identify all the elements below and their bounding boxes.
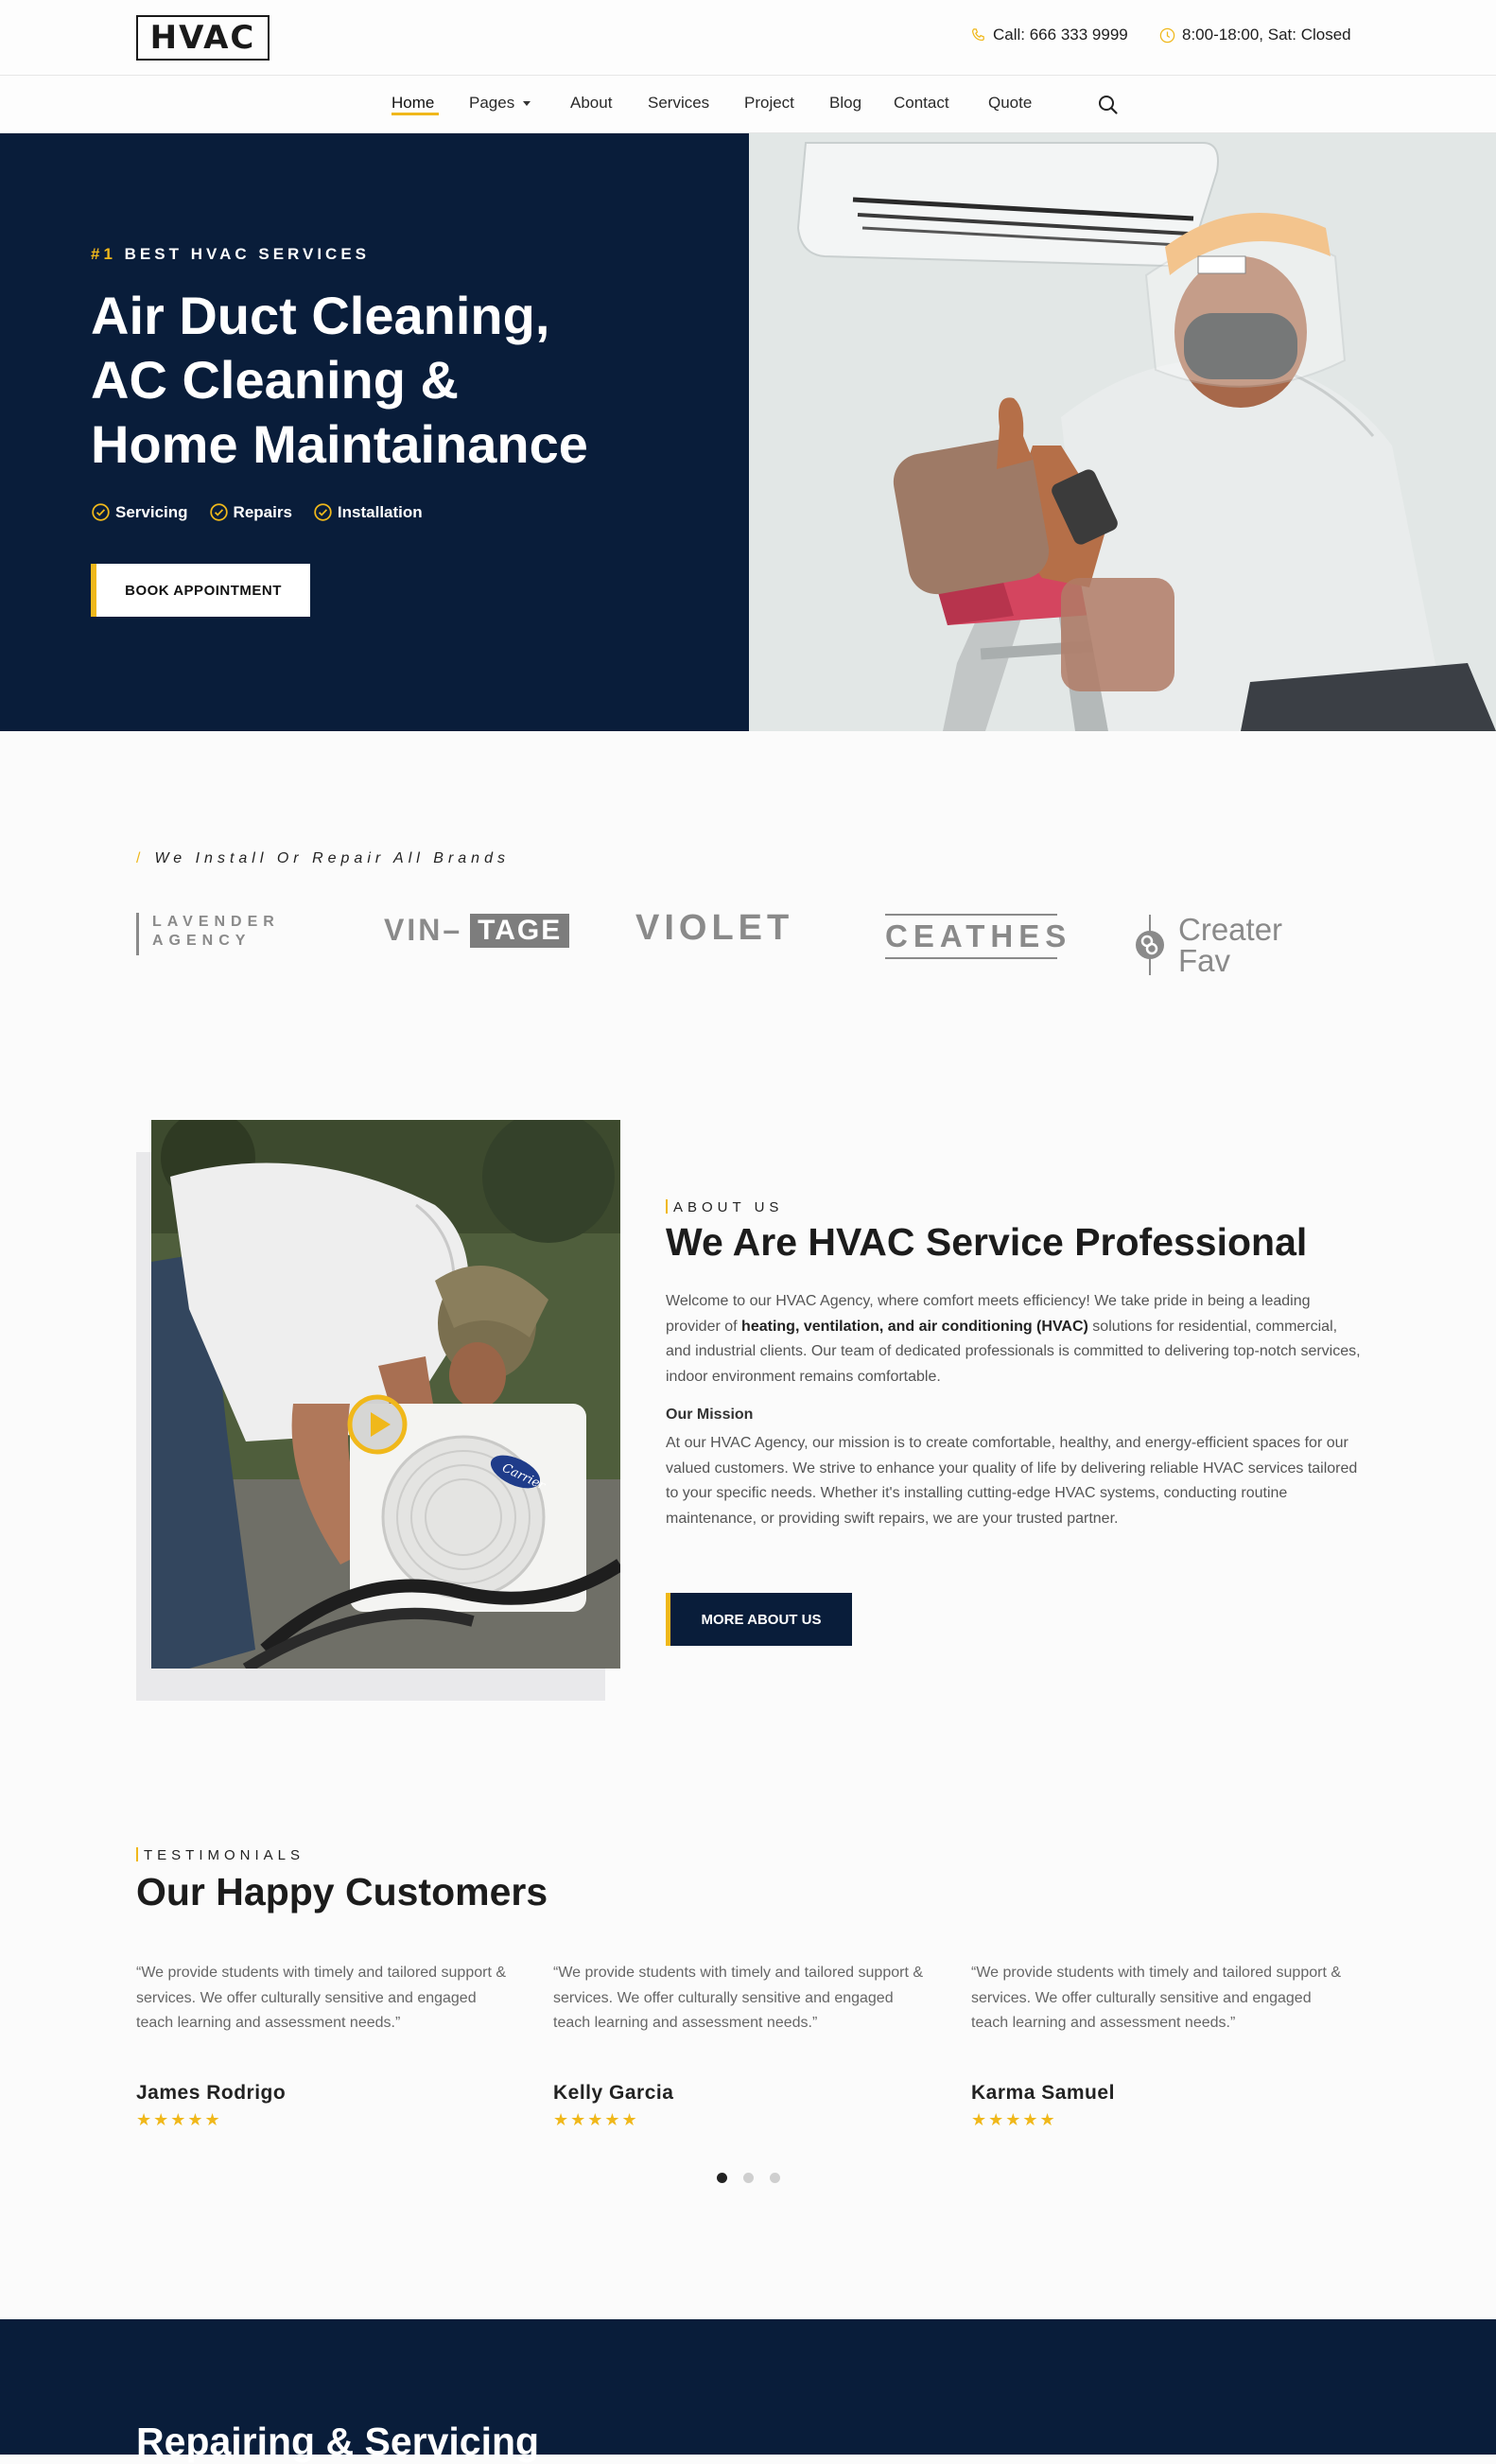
nav-contact[interactable]: Contact — [894, 94, 949, 113]
testimonial-quote: “We provide students with timely and tai… — [136, 1965, 507, 2031]
mission-heading: Our Mission — [666, 1407, 754, 1423]
nav-pages[interactable]: Pages — [469, 94, 531, 113]
phone-info[interactable]: Call: 666 333 9999 — [969, 26, 1128, 44]
testimonial-name: James Rodrigo — [136, 2082, 287, 2104]
brand-createrfav-line1: Creater — [1178, 912, 1283, 947]
check-circle-icon — [92, 503, 110, 521]
about-kicker: ABOUT US — [666, 1199, 783, 1215]
clock-icon — [1159, 27, 1175, 43]
brands-kicker: / We Install Or Repair All Brands — [136, 850, 510, 867]
main-nav: Home Pages About Services Project Blog C… — [0, 76, 1496, 133]
brand-logo-lavender[interactable]: LAVENDER AGENCY — [136, 913, 280, 955]
testimonial-quote: “We provide students with timely and tai… — [553, 1965, 924, 2031]
rating-stars: ★★★★★ — [553, 2110, 639, 2129]
brand-createrfav-text: Creater Fav — [1178, 914, 1282, 976]
hours-text: 8:00-18:00, Sat: Closed — [1182, 26, 1351, 44]
about-image: Carrier — [151, 1120, 620, 1669]
phone-icon — [972, 27, 984, 41]
testimonial-name: Karma Samuel — [971, 2082, 1115, 2104]
rating-stars: ★★★★★ — [136, 2110, 222, 2129]
technician-ac-illustration — [749, 133, 1496, 731]
about-kicker-text: ABOUT US — [673, 1199, 784, 1215]
createrfav-mark-icon — [1136, 915, 1164, 975]
about-intro: Welcome to our HVAC Agency, where comfor… — [666, 1289, 1366, 1389]
play-icon[interactable] — [346, 1393, 409, 1456]
testimonials-kicker: TESTIMONIALS — [136, 1847, 304, 1863]
testimonials-kicker-text: TESTIMONIALS — [144, 1847, 305, 1863]
more-about-us-button[interactable]: MORE ABOUT US — [666, 1593, 852, 1646]
nav-project[interactable]: Project — [744, 94, 794, 113]
hero-title-line2: AC Cleaning & — [91, 350, 459, 410]
hero-title: Air Duct Cleaning, AC Cleaning & Home Ma… — [91, 284, 696, 477]
brand-logo-violet[interactable]: VIOLET — [635, 908, 793, 949]
testimonial-quote: “We provide students with timely and tai… — [971, 1965, 1342, 2031]
rating-stars: ★★★★★ — [971, 2110, 1057, 2129]
testimonials-title: Our Happy Customers — [136, 1870, 548, 1914]
search-icon[interactable] — [1097, 94, 1120, 116]
hero-tag-repairs: Repairs — [209, 502, 292, 522]
hero-tag-label: Repairs — [233, 502, 292, 521]
carousel-dot-2[interactable] — [743, 2173, 754, 2183]
brand-vintage-part1: VIN– — [384, 913, 463, 947]
hero-tag-servicing: Servicing — [91, 502, 188, 522]
hero-title-line3: Home Maintainance — [91, 414, 588, 474]
brand-createrfav-line2: Fav — [1178, 943, 1231, 978]
brand-vintage-part2: TAGE — [470, 913, 570, 948]
nav-quote[interactable]: Quote — [988, 94, 1032, 113]
brand-logo-vintage[interactable]: VIN– TAGE — [384, 913, 570, 948]
about-intro-bold: heating, ventilation, and air conditioni… — [741, 1318, 1088, 1335]
hero-kicker-hash: #1 — [91, 245, 116, 263]
about-title: We Are HVAC Service Professional — [666, 1220, 1308, 1264]
nav-blog[interactable]: Blog — [829, 94, 861, 113]
hero-title-line1: Air Duct Cleaning, — [91, 286, 550, 345]
testimonial-name: Kelly Garcia — [553, 2082, 674, 2104]
kicker-accent-bar — [136, 1847, 138, 1861]
kicker-accent-bar — [666, 1199, 668, 1214]
hero-tags: Servicing Repairs Installation — [91, 502, 423, 522]
hero-image — [749, 133, 1496, 731]
check-circle-icon — [314, 503, 332, 521]
brand-lavender-line2: AGENCY — [152, 933, 252, 949]
site-logo[interactable]: HVAC — [136, 15, 270, 61]
nav-home[interactable]: Home — [391, 94, 434, 113]
carousel-dot-1[interactable] — [717, 2173, 727, 2183]
services-section-title: Repairing & Servicing — [136, 2420, 540, 2463]
hours-info: 8:00-18:00, Sat: Closed — [1158, 26, 1351, 44]
hero-kicker: #1 BEST HVAC SERVICES — [91, 245, 370, 264]
phone-text: Call: 666 333 9999 — [993, 26, 1128, 44]
caret-down-icon — [523, 101, 531, 107]
nav-pages-label: Pages — [469, 94, 515, 112]
nav-services[interactable]: Services — [648, 94, 709, 113]
nav-about[interactable]: About — [570, 94, 612, 113]
check-circle-icon — [209, 503, 228, 521]
brands-kicker-text: We Install Or Repair All Brands — [154, 850, 510, 866]
brand-logo-createrfav[interactable]: Creater Fav — [1131, 913, 1282, 977]
hero-tag-label: Servicing — [115, 502, 188, 521]
hero-kicker-text: BEST HVAC SERVICES — [124, 245, 371, 263]
hero-tag-installation: Installation — [313, 502, 423, 522]
brand-lavender-line1: LAVENDER — [152, 914, 280, 930]
brand-logo-ceathes[interactable]: CEATHES — [885, 914, 1066, 959]
book-appointment-button[interactable]: BOOK APPOINTMENT — [91, 564, 310, 617]
carousel-dot-3[interactable] — [770, 2173, 780, 2183]
nav-active-indicator — [391, 113, 439, 115]
hero-tag-label: Installation — [337, 502, 423, 521]
top-bar: HVAC Call: 666 333 9999 8:00-18:00, Sat:… — [0, 0, 1496, 76]
kicker-accent-bar: / — [136, 850, 146, 866]
mission-text: At our HVAC Agency, our mission is to cr… — [666, 1435, 1358, 1527]
